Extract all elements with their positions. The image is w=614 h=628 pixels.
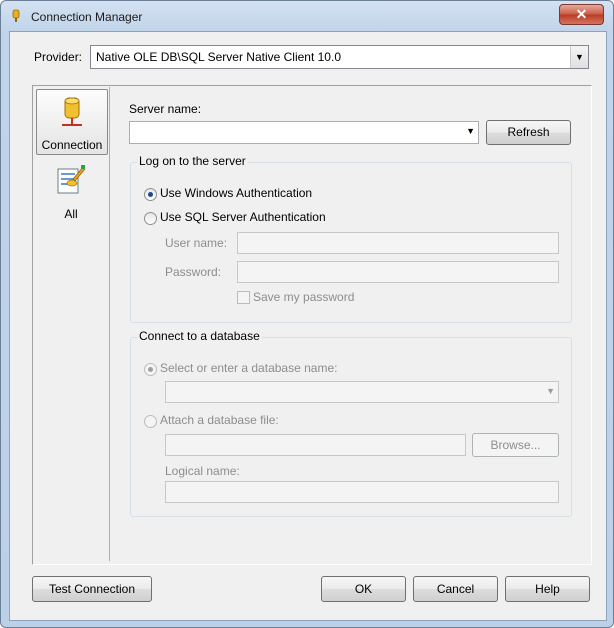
nav-item-connection[interactable]: Connection [36,89,108,155]
test-connection-button[interactable]: Test Connection [32,576,152,602]
chevron-down-icon[interactable]: ▼ [546,386,555,396]
cancel-label: Cancel [436,582,475,596]
logical-name-input[interactable] [165,481,559,503]
server-name-label: Server name: [129,102,202,116]
nav-item-label: Connection [41,138,103,152]
sql-auth-label[interactable]: Use SQL Server Authentication [160,210,326,224]
provider-value: Native OLE DB\SQL Server Native Client 1… [96,50,341,64]
password-input[interactable] [237,261,559,283]
help-button[interactable]: Help [505,576,590,602]
logon-legend: Log on to the server [137,154,248,168]
dialog-client: Provider: Native OLE DB\SQL Server Nativ… [9,31,607,621]
windows-auth-label[interactable]: Use Windows Authentication [160,186,312,200]
attach-file-label[interactable]: Attach a database file: [160,413,279,427]
chevron-down-icon[interactable]: ▼ [466,126,475,136]
save-password-checkbox[interactable] [237,291,250,304]
sql-auth-radio[interactable] [144,212,157,225]
attach-file-radio[interactable] [144,415,157,428]
attach-file-input[interactable] [165,434,466,456]
nav-item-label: All [64,207,78,221]
connection-manager-window: Connection Manager ✕ Provider: Native OL… [0,0,614,628]
user-name-label: User name: [165,236,228,250]
logon-group: Log on to the server Use Windows Authent… [130,154,572,323]
ok-button[interactable]: OK [321,576,406,602]
server-name-combo[interactable]: ▼ [129,121,479,144]
password-label: Password: [165,265,222,279]
database-name-combo[interactable]: ▼ [165,381,559,403]
select-database-radio[interactable] [144,363,157,376]
select-database-label[interactable]: Select or enter a database name: [160,361,337,375]
close-icon: ✕ [575,6,588,22]
browse-label: Browse... [490,438,541,452]
title-bar[interactable]: Connection Manager ✕ [1,1,613,31]
database-group: Connect to a database Select or enter a … [130,329,572,517]
window-title: Connection Manager [31,10,143,24]
windows-auth-radio[interactable] [144,188,157,201]
database-icon [62,97,82,126]
refresh-label: Refresh [507,125,550,139]
nav-item-all[interactable]: All [36,159,106,223]
save-password-label[interactable]: Save my password [253,290,354,304]
cancel-button[interactable]: Cancel [413,576,498,602]
database-icon [12,9,20,22]
user-name-input[interactable] [237,232,559,254]
close-button[interactable]: ✕ [559,4,604,25]
properties-icon [57,165,86,194]
help-label: Help [535,582,560,596]
database-legend: Connect to a database [137,329,262,343]
provider-label: Provider: [34,50,83,64]
page-navigator: Connection All [34,87,110,561]
refresh-button[interactable]: Refresh [486,120,571,145]
browse-button[interactable]: Browse... [472,433,559,457]
chevron-down-icon[interactable]: ▼ [570,46,588,68]
test-connection-label: Test Connection [48,582,136,596]
provider-select[interactable]: Native OLE DB\SQL Server Native Client 1… [90,45,589,69]
ok-label: OK [354,582,373,596]
logical-name-label: Logical name: [165,464,240,478]
